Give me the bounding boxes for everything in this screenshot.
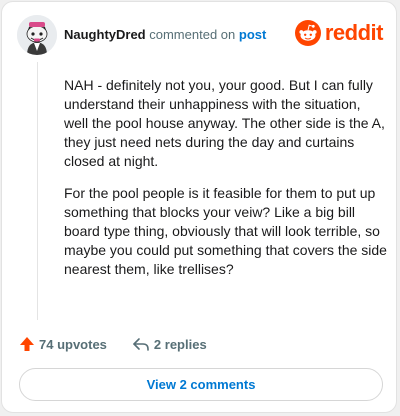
upvotes-button[interactable]: 74 upvotes	[19, 336, 107, 352]
comment-body: NAH - definitely not you, your good. But…	[64, 76, 388, 292]
replies-button[interactable]: 2 replies	[132, 336, 207, 352]
comment-paragraph: NAH - definitely not you, your good. But…	[64, 77, 385, 169]
view-comments-button[interactable]: View 2 comments	[19, 368, 383, 401]
snoo-avatar-icon	[17, 15, 57, 55]
thread-line[interactable]	[37, 62, 38, 320]
upvotes-count: 74 upvotes	[39, 336, 107, 352]
reply-arrow-icon	[133, 338, 149, 351]
comment-card: NaughtyDred commented on post reddit NAH…	[1, 1, 397, 413]
upvote-arrow-icon	[20, 337, 34, 351]
replies-count: 2 replies	[153, 336, 207, 352]
reddit-alien-icon	[294, 20, 321, 46]
comment-paragraph: For the pool people is it feasible for t…	[64, 185, 387, 277]
reddit-wordmark: reddit	[324, 20, 384, 45]
user-avatar[interactable]	[17, 15, 57, 55]
reddit-logo[interactable]: reddit	[294, 20, 384, 46]
comment-actions: 74 upvotes 2 replies	[19, 336, 207, 352]
post-link[interactable]: post	[239, 27, 266, 42]
action-text: commented on	[149, 27, 236, 42]
comment-header: NaughtyDred commented on post	[64, 27, 266, 42]
username-link[interactable]: NaughtyDred	[64, 27, 146, 42]
view-comments-label: View 2 comments	[146, 377, 256, 392]
